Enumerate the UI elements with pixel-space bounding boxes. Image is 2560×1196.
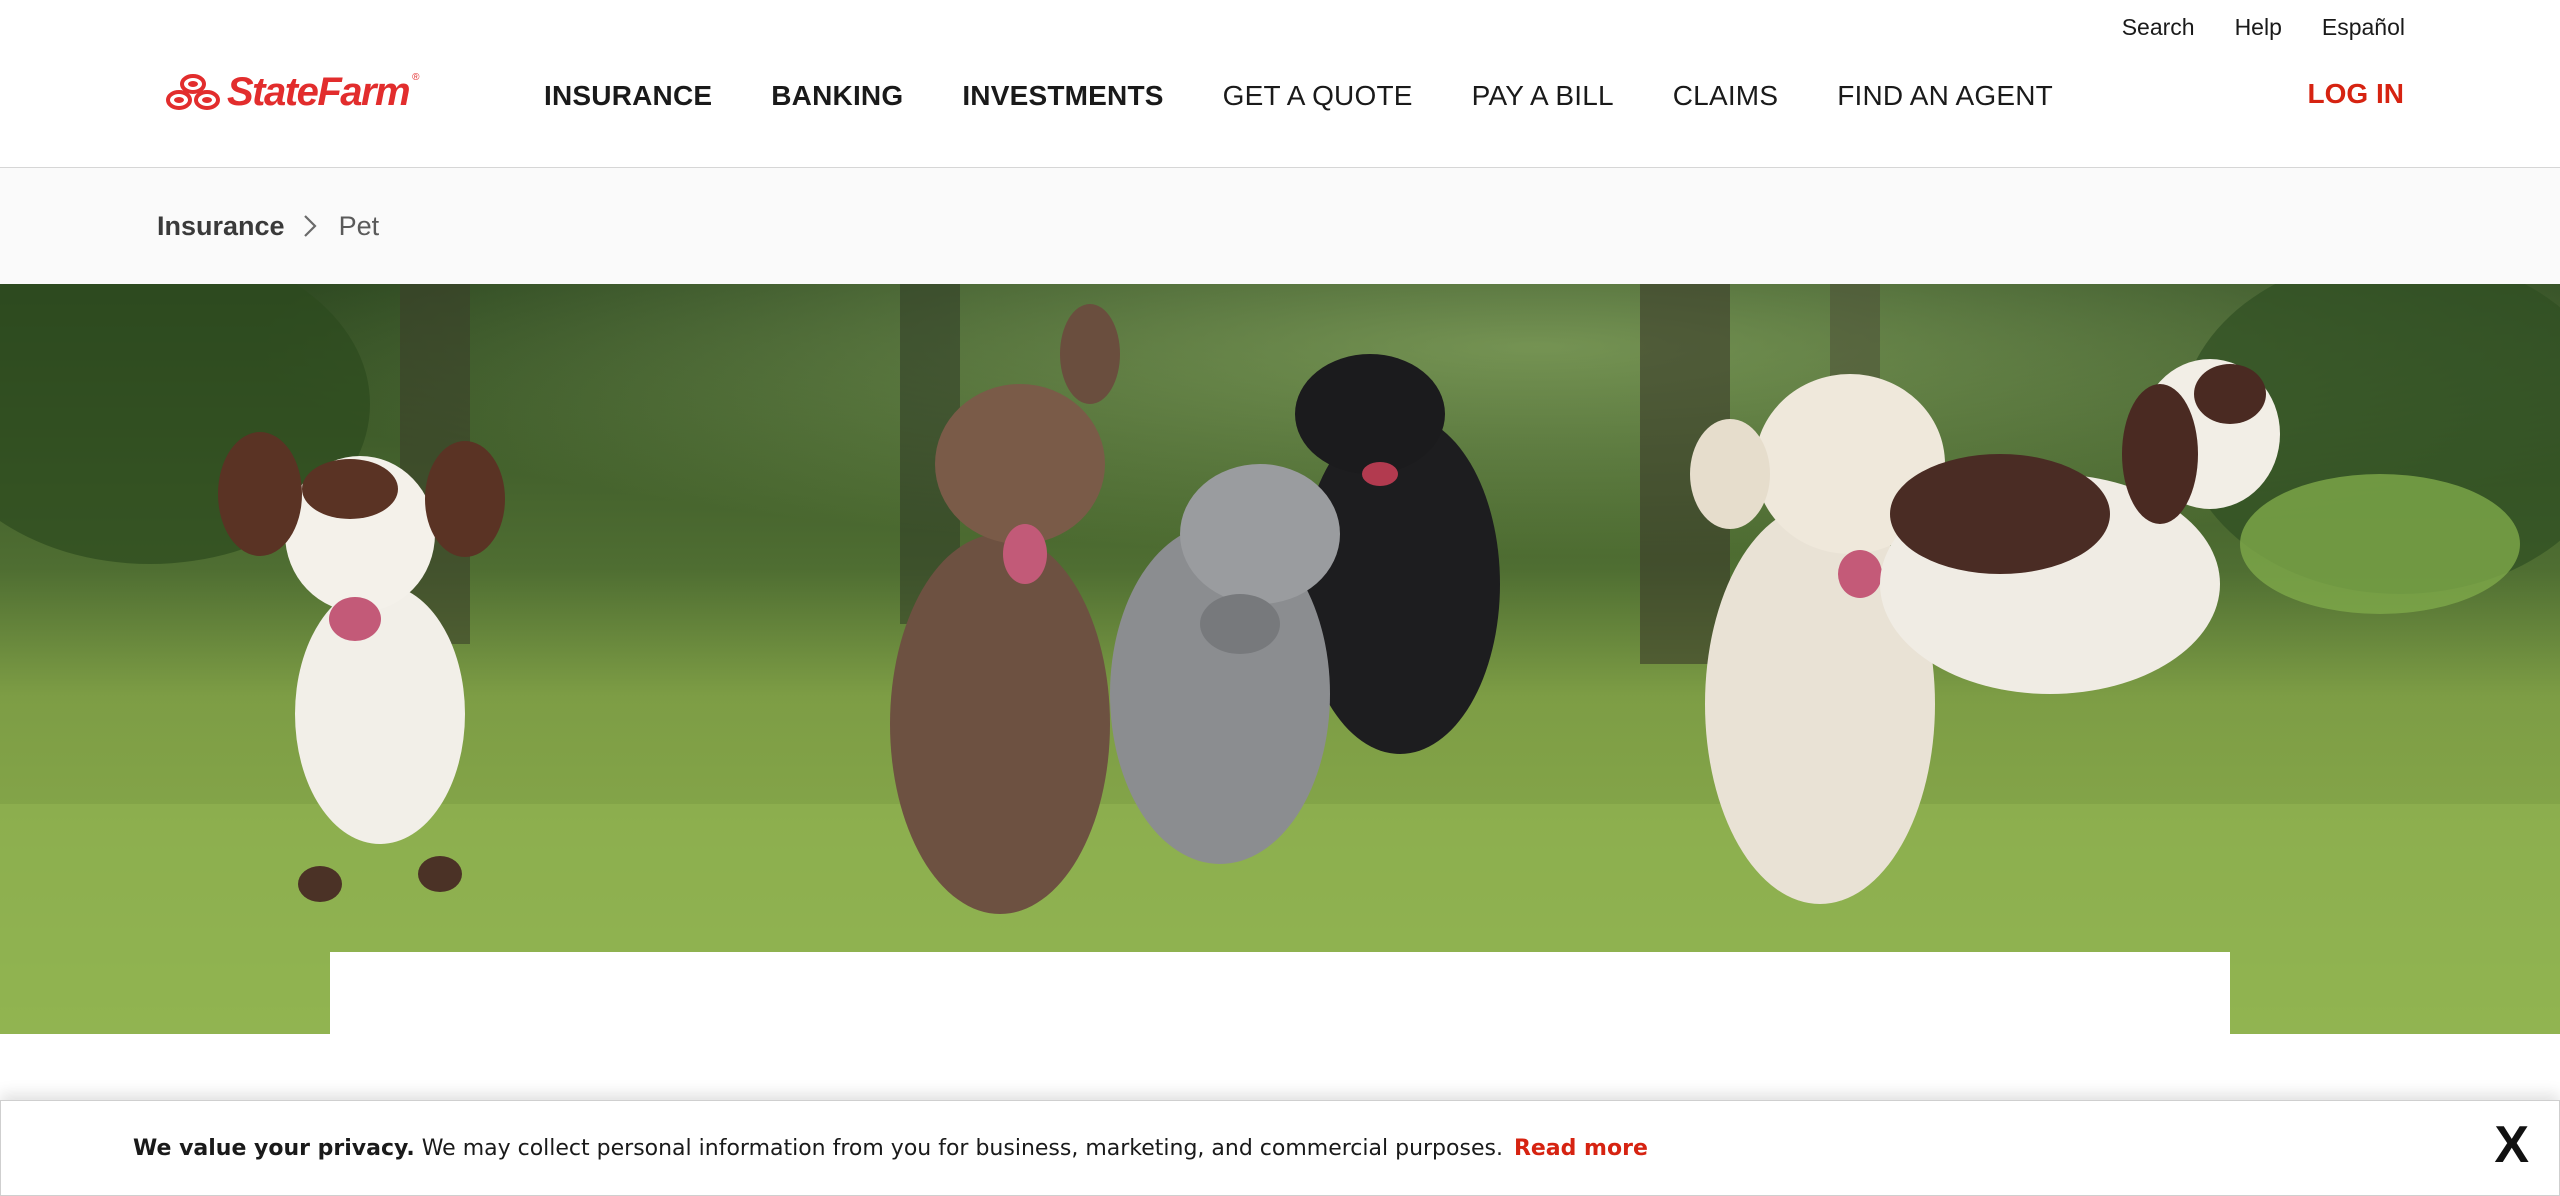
nav-item-pay-a-bill[interactable]: PAY A BILL: [1472, 80, 1614, 112]
nav-item-claims[interactable]: CLAIMS: [1673, 80, 1778, 112]
privacy-read-more-link[interactable]: Read more: [1514, 1136, 1648, 1161]
chevron-right-icon: [303, 214, 317, 238]
breadcrumb-insurance[interactable]: Insurance: [157, 211, 285, 242]
nav-item-investments[interactable]: INVESTMENTS: [962, 80, 1163, 112]
privacy-banner: We value your privacy. We may collect pe…: [0, 1100, 2560, 1196]
privacy-body: We may collect personal information from…: [421, 1135, 1503, 1161]
login-button[interactable]: LOG IN: [2308, 78, 2404, 110]
close-icon[interactable]: X: [2494, 1119, 2529, 1171]
logo-wordmark: StateFarm: [227, 70, 411, 114]
nav-item-get-a-quote[interactable]: GET A QUOTE: [1223, 80, 1413, 112]
privacy-lead: We value your privacy.: [133, 1135, 415, 1161]
privacy-message: We value your privacy. We may collect pe…: [133, 1136, 1648, 1161]
utility-link-search[interactable]: Search: [2122, 14, 2195, 41]
hero-image: [0, 284, 2560, 1034]
main-nav: INSURANCE BANKING INVESTMENTS GET A QUOT…: [544, 80, 2112, 112]
utility-link-espanol[interactable]: Español: [2322, 14, 2405, 41]
logo-registered-mark: ®: [412, 72, 420, 83]
nav-item-insurance[interactable]: INSURANCE: [544, 80, 712, 112]
nav-item-find-an-agent[interactable]: FIND AN AGENT: [1837, 80, 2053, 112]
three-ovals-logo-icon: [166, 74, 220, 110]
statefarm-logo[interactable]: StateFarm ®: [165, 72, 420, 112]
hero-content-card: [330, 952, 2230, 1034]
site-header: Search Help Español StateFarm ® INSURANC…: [0, 0, 2560, 168]
nav-item-banking[interactable]: BANKING: [771, 80, 903, 112]
utility-link-help[interactable]: Help: [2235, 14, 2282, 41]
dogs-running-photo-icon: [0, 284, 2560, 1034]
utility-nav: Search Help Español: [2122, 14, 2405, 41]
breadcrumb-current-pet: Pet: [338, 210, 380, 241]
breadcrumb: Insurance Pet: [0, 168, 2560, 284]
